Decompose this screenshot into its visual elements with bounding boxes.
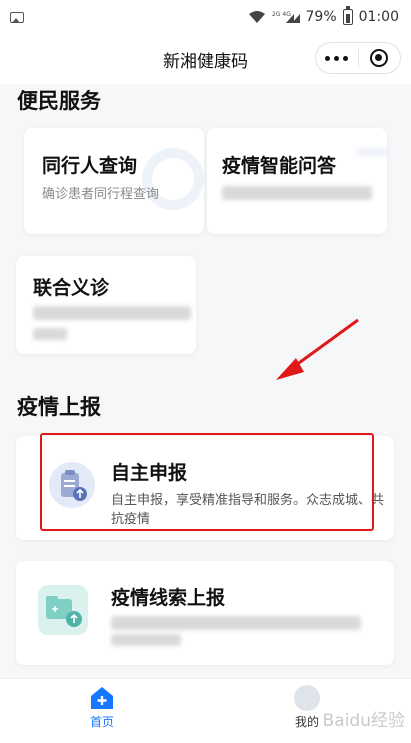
section-title-services: 便民服务 [17,89,101,113]
card-clue-report[interactable]: 疫情线索上报 [16,561,394,665]
close-button[interactable] [359,49,401,67]
image-notification-icon [10,11,24,23]
home-icon [91,687,113,709]
status-bar: 2G 4G 79% 01:00 [0,0,411,34]
folder-upload-icon [46,596,82,627]
red-arrow-icon [276,318,359,380]
tab-bar: 首页 我的 Baidu经验 [0,678,411,743]
card-title: 联合义诊 [33,277,110,299]
card-joint-clinic[interactable]: 联合义诊 [16,256,196,354]
card-epidemic-qa[interactable]: 疫情智能问答 [207,128,387,234]
card-title: 疫情线索上报 [111,587,226,609]
clue-icon-bg [38,585,88,635]
status-right: 2G 4G 79% 01:00 [248,6,399,25]
nav-bar: 新湘健康码 [0,34,411,84]
battery-icon [342,6,353,25]
tab-home-label: 首页 [89,715,114,729]
mini-program-capsule [315,42,401,74]
signal-icon: 2G 4G [272,11,300,23]
blurred-subtitle [33,306,191,320]
signal-label: 2G 4G [272,11,291,18]
card-title: 疫情智能问答 [222,155,337,177]
user-icon [294,685,320,711]
decoration-line [357,148,387,156]
tab-mine-label: 我的 [294,715,319,729]
blurred-subtitle [222,186,372,200]
blurred-description [111,616,361,630]
card-title: 同行人查询 [42,155,138,177]
dot-icon [343,55,349,61]
dot-icon [325,55,331,61]
page-title: 新湘健康码 [163,51,248,72]
tab-home[interactable]: 首页 [52,679,152,743]
watermark: Baidu经验 [322,711,405,731]
card-subtitle: 确诊患者同行程查询 [42,187,160,202]
close-target-icon [370,49,389,67]
blurred-description-line2 [111,634,181,646]
battery-percent: 79% [305,9,337,25]
section-title-report: 疫情上报 [17,395,101,419]
highlight-box [40,433,374,531]
blurred-subtitle-line2 [33,328,67,340]
status-left [10,11,24,23]
clock: 01:00 [358,9,399,25]
dot-icon [334,55,340,61]
more-button[interactable] [316,55,358,61]
wifi-icon [248,11,265,23]
card-companion-query[interactable]: 同行人查询 确诊患者同行程查询 [24,128,204,234]
